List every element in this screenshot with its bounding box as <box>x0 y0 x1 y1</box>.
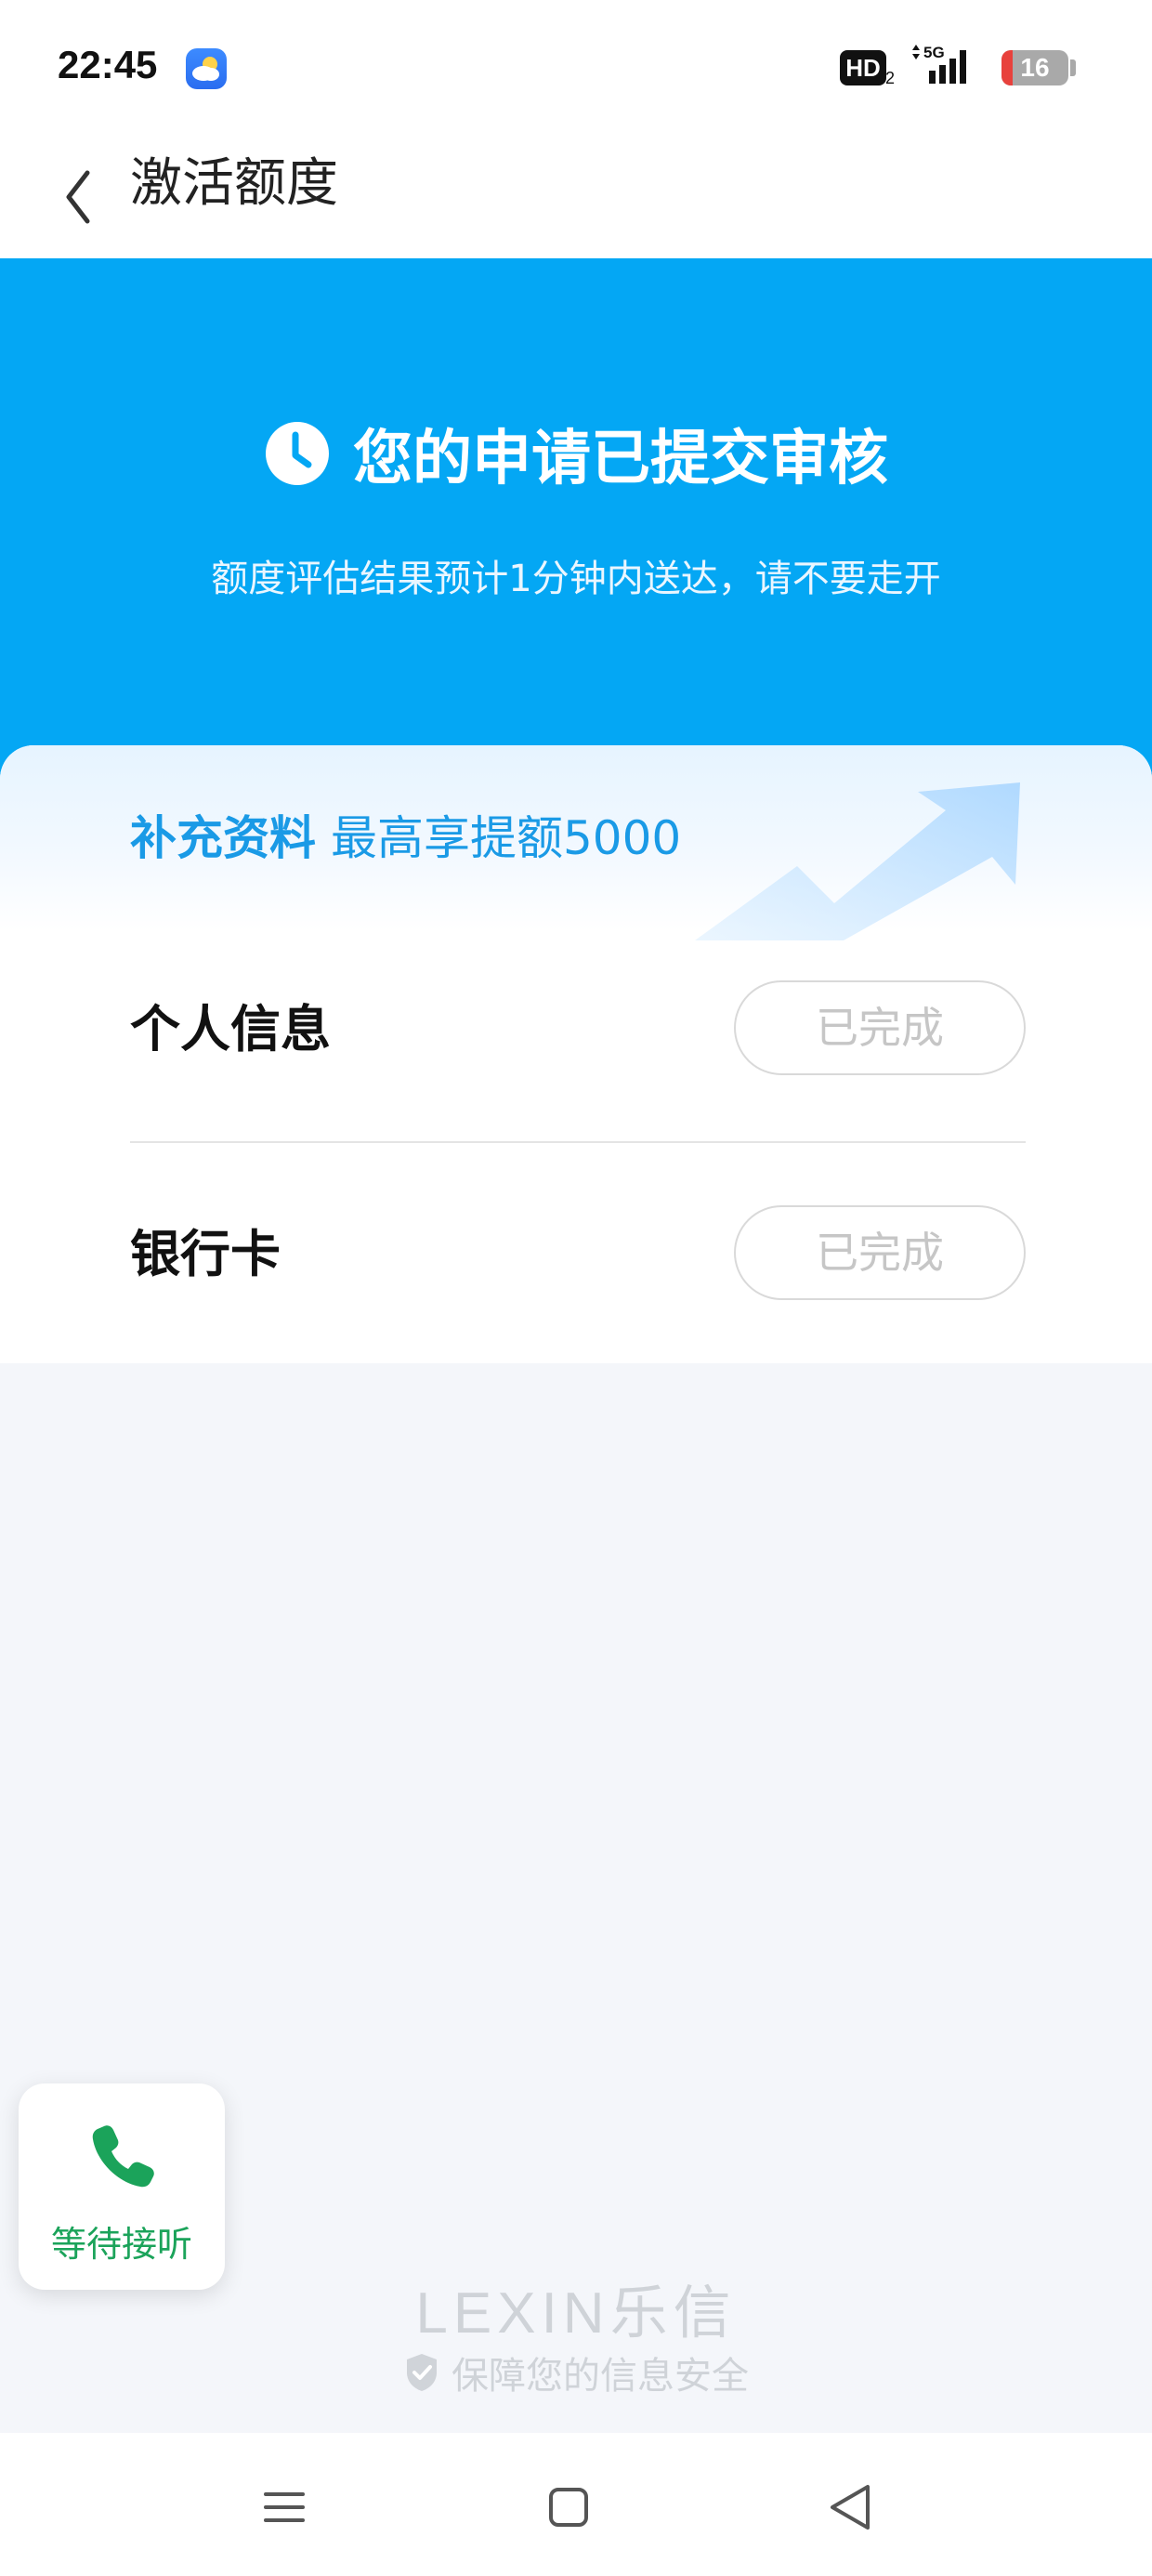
promo-text: 最高享提额5000 <box>331 811 682 865</box>
signal-5g-icon: 5G <box>909 43 983 89</box>
hd-voice-icon: HD <box>840 50 886 85</box>
status-pill-completed[interactable]: 已完成 <box>734 1205 1026 1300</box>
banner-title-row: 您的申请已提交审核 <box>0 416 1152 493</box>
battery-nub <box>1070 59 1076 76</box>
security-text: 保障您的信息安全 <box>452 2355 749 2398</box>
status-bar: 22:45 HD 2 5G 16 <box>0 0 1152 138</box>
page-header: 激活额度 <box>0 138 1152 258</box>
weather-icon <box>186 48 227 89</box>
banner-title: 您的申请已提交审核 <box>353 425 888 493</box>
call-label: 等待接听 <box>50 2224 192 2265</box>
submission-banner: 您的申请已提交审核 额度评估结果预计1分钟内送达，请不要走开 <box>0 258 1152 779</box>
brand-logo: LEXIN乐信 <box>415 2281 737 2346</box>
chevron-left-icon <box>66 170 90 224</box>
back-button[interactable] <box>56 156 139 240</box>
hd-sim-index: 2 <box>885 69 896 87</box>
item-personal-info[interactable]: 个人信息 已完成 <box>130 979 1026 1081</box>
call-widget[interactable]: 等待接听 <box>19 2083 225 2290</box>
system-nav-bar <box>0 2433 1152 2576</box>
item-bank-card[interactable]: 银行卡 已完成 <box>130 1203 1026 1306</box>
phone-icon <box>92 2125 154 2188</box>
nav-home-button[interactable] <box>531 2470 606 2544</box>
nav-back-button[interactable] <box>814 2470 888 2544</box>
banner-subtitle: 额度评估结果预计1分钟内送达，请不要走开 <box>211 558 941 600</box>
back-triangle-icon <box>831 2485 870 2530</box>
nav-menu-button[interactable] <box>247 2470 321 2544</box>
svg-text:5G: 5G <box>923 44 945 61</box>
divider <box>130 1141 1026 1143</box>
battery-icon: 16 <box>1001 50 1068 85</box>
shield-check-icon <box>407 2354 437 2391</box>
menu-icon <box>264 2492 305 2522</box>
page-title: 激活额度 <box>130 153 338 214</box>
growth-arrow-icon <box>695 782 1020 940</box>
item-label: 银行卡 <box>130 1225 281 1283</box>
supplement-card: 补充资料 最高享提额5000 个人信息 已完成 银行卡 已完成 <box>0 745 1152 1363</box>
home-square-icon <box>549 2488 588 2527</box>
promo-tag: 补充资料 <box>130 811 316 865</box>
clock-icon <box>266 422 329 485</box>
security-notice: 保障您的信息安全 <box>0 2346 1152 2399</box>
status-time: 22:45 <box>58 43 158 86</box>
item-label: 个人信息 <box>130 1000 331 1058</box>
promo-banner[interactable]: 补充资料 最高享提额5000 <box>130 801 681 868</box>
battery-level-text: 16 <box>1020 53 1050 82</box>
status-pill-completed[interactable]: 已完成 <box>734 980 1026 1075</box>
